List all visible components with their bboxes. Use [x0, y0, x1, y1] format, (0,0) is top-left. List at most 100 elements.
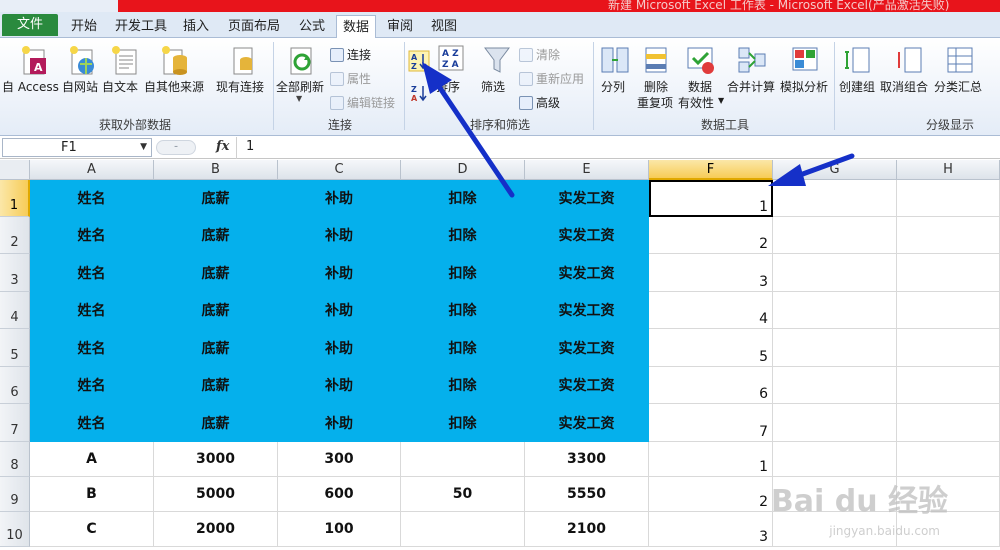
cell-f1[interactable]: 1: [649, 180, 773, 217]
cell-e5[interactable]: 实发工资: [525, 329, 649, 367]
cell-a3[interactable]: 姓名: [30, 254, 154, 292]
sort-button[interactable]: 排序: [436, 78, 460, 95]
sort-ascending-icon[interactable]: AZ: [408, 50, 430, 72]
cell-e1[interactable]: 实发工资: [525, 180, 649, 217]
cell-d2[interactable]: 扣除: [401, 217, 525, 254]
cell-e8[interactable]: 3300: [525, 442, 649, 477]
filter-button[interactable]: 筛选: [481, 78, 505, 95]
cell-b10[interactable]: 2000: [154, 512, 278, 547]
cell-b4[interactable]: 底薪: [154, 292, 278, 329]
name-box[interactable]: F1 ▼: [2, 138, 152, 157]
cell-g8[interactable]: [773, 442, 897, 477]
cell-b8[interactable]: 3000: [154, 442, 278, 477]
cell-h7[interactable]: [897, 404, 1000, 442]
ungroup-button[interactable]: 取消组合: [880, 78, 928, 95]
cell-b7[interactable]: 底薪: [154, 404, 278, 442]
cell-a1[interactable]: 姓名: [30, 180, 154, 217]
cell-a8[interactable]: A: [30, 442, 154, 477]
row-header[interactable]: 3: [0, 254, 30, 292]
row-header[interactable]: 10: [0, 512, 30, 547]
cell-h6[interactable]: [897, 367, 1000, 404]
tab-developer[interactable]: 开发工具: [110, 15, 172, 38]
row-header[interactable]: 8: [0, 442, 30, 477]
tab-file[interactable]: 文件: [2, 14, 58, 36]
cell-g1[interactable]: [773, 180, 897, 217]
cell-d5[interactable]: 扣除: [401, 329, 525, 367]
cell-b9[interactable]: 5000: [154, 477, 278, 512]
remove-duplicates-label-1[interactable]: 删除: [644, 78, 668, 95]
cell-h8[interactable]: [897, 442, 1000, 477]
row-header[interactable]: 4: [0, 292, 30, 329]
cell-a2[interactable]: 姓名: [30, 217, 154, 254]
select-all-corner[interactable]: [0, 160, 30, 180]
edit-links-button[interactable]: 编辑链接: [330, 94, 395, 111]
cell-e2[interactable]: 实发工资: [525, 217, 649, 254]
group-button[interactable]: 创建组: [839, 78, 875, 95]
tab-formulas[interactable]: 公式: [292, 15, 332, 38]
cell-a7[interactable]: 姓名: [30, 404, 154, 442]
row-header[interactable]: 2: [0, 217, 30, 254]
cell-b2[interactable]: 底薪: [154, 217, 278, 254]
column-header-b[interactable]: B: [154, 160, 278, 180]
row-header[interactable]: 1: [0, 180, 30, 217]
data-validation-label-1[interactable]: 数据: [688, 78, 712, 95]
consolidate-button[interactable]: 合并计算: [727, 78, 775, 95]
row-header[interactable]: 5: [0, 329, 30, 367]
cell-g4[interactable]: [773, 292, 897, 329]
cell-a6[interactable]: 姓名: [30, 367, 154, 404]
cell-g3[interactable]: [773, 254, 897, 292]
cell-c8[interactable]: 300: [278, 442, 401, 477]
row-header[interactable]: 6: [0, 367, 30, 404]
cell-f3[interactable]: 3: [649, 254, 773, 292]
row-header[interactable]: 9: [0, 477, 30, 512]
row-header[interactable]: 7: [0, 404, 30, 442]
existing-connections-button[interactable]: 现有连接: [216, 78, 264, 95]
cell-c2[interactable]: 补助: [278, 217, 401, 254]
cell-h5[interactable]: [897, 329, 1000, 367]
cell-f2[interactable]: 2: [649, 217, 773, 254]
tab-data[interactable]: 数据: [336, 15, 376, 39]
cell-c5[interactable]: 补助: [278, 329, 401, 367]
cell-d4[interactable]: 扣除: [401, 292, 525, 329]
cell-a5[interactable]: 姓名: [30, 329, 154, 367]
cell-d1[interactable]: 扣除: [401, 180, 525, 217]
cell-f5[interactable]: 5: [649, 329, 773, 367]
cell-c1[interactable]: 补助: [278, 180, 401, 217]
cell-c4[interactable]: 补助: [278, 292, 401, 329]
cell-e9[interactable]: 5550: [525, 477, 649, 512]
cell-a9[interactable]: B: [30, 477, 154, 512]
from-text-button[interactable]: 自文本: [102, 78, 138, 95]
column-header-h[interactable]: H: [897, 160, 1000, 180]
cell-f7[interactable]: 7: [649, 404, 773, 442]
quick-access-toolbar[interactable]: [0, 0, 120, 12]
cell-h1[interactable]: [897, 180, 1000, 217]
text-to-columns-button[interactable]: 分列: [601, 78, 625, 95]
cell-f9[interactable]: 2: [649, 477, 773, 512]
tab-review[interactable]: 审阅: [380, 15, 420, 38]
subtotal-button[interactable]: 分类汇总: [934, 78, 982, 95]
cell-e4[interactable]: 实发工资: [525, 292, 649, 329]
cell-d9[interactable]: 50: [401, 477, 525, 512]
cell-c6[interactable]: 补助: [278, 367, 401, 404]
column-header-g[interactable]: G: [773, 160, 897, 180]
cell-h4[interactable]: [897, 292, 1000, 329]
column-header-f[interactable]: F: [649, 160, 773, 180]
cell-b6[interactable]: 底薪: [154, 367, 278, 404]
cell-g5[interactable]: [773, 329, 897, 367]
cell-b5[interactable]: 底薪: [154, 329, 278, 367]
cell-f10[interactable]: 3: [649, 512, 773, 547]
cell-d10[interactable]: [401, 512, 525, 547]
cell-d3[interactable]: 扣除: [401, 254, 525, 292]
tab-home[interactable]: 开始: [62, 15, 106, 38]
from-web-button[interactable]: 自网站: [62, 78, 98, 95]
formula-bar-grip[interactable]: ⁃: [156, 140, 196, 155]
refresh-all-button[interactable]: 全部刷新: [276, 78, 324, 95]
cell-g6[interactable]: [773, 367, 897, 404]
connections-button[interactable]: 连接: [330, 46, 371, 63]
advanced-filter-button[interactable]: 高级: [519, 94, 560, 111]
tab-insert[interactable]: 插入: [176, 15, 216, 38]
remove-duplicates-label-2[interactable]: 重复项: [637, 94, 673, 111]
column-header-a[interactable]: A: [30, 160, 154, 180]
data-validation-label-2[interactable]: 有效性: [678, 94, 714, 111]
cell-e3[interactable]: 实发工资: [525, 254, 649, 292]
